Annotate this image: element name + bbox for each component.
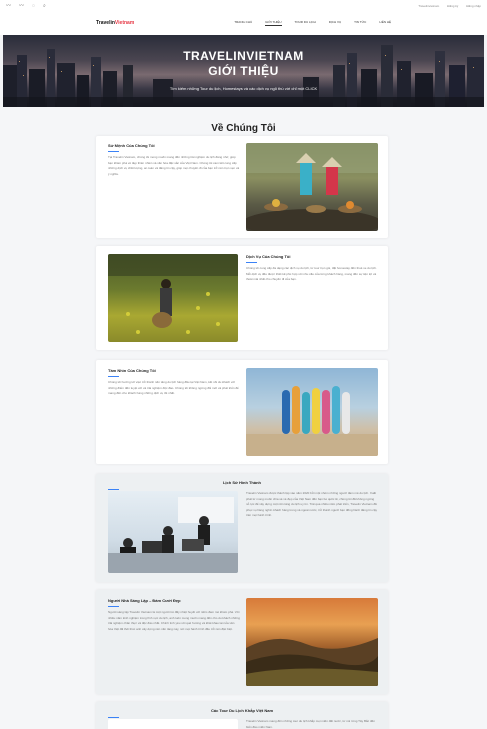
logo-text-vietnam: Vietnam bbox=[114, 20, 135, 26]
tours-card: Các Tour Du Lịch Khắp Việt Nam Travelin … bbox=[96, 702, 388, 729]
title-underline bbox=[108, 151, 119, 152]
main-navbar: TravelinVietnam Trang chủ Giới thiệu Tou… bbox=[0, 11, 487, 35]
topbar-link-register[interactable]: Đăng ký bbox=[447, 4, 458, 8]
services-image bbox=[108, 254, 238, 342]
title-underline bbox=[108, 606, 119, 607]
hero-subtitle: Tìm kiếm những Tour du lịch, Homestays v… bbox=[169, 86, 318, 91]
history-text: Travelin Vietnam được thành lập vào năm … bbox=[246, 491, 378, 517]
vision-title: Tầm Nhìn Của Chúng Tôi bbox=[108, 368, 156, 373]
vision-image bbox=[246, 368, 378, 456]
about-heading: Về Chúng Tôi bbox=[211, 123, 276, 134]
location-pin-icon[interactable]: ◌ bbox=[32, 3, 35, 9]
history-image bbox=[108, 491, 238, 573]
tours-text: Travelin Vietnam mang đến những tour du … bbox=[246, 719, 376, 729]
nav-item-about[interactable]: Giới thiệu bbox=[265, 20, 282, 26]
title-underline bbox=[246, 262, 257, 263]
services-card: Dịch Vụ Của Chúng Tôi Chúng tôi cung cấp… bbox=[96, 246, 388, 350]
hero-title-2: GIỚI THIỆU bbox=[208, 64, 279, 78]
history-title: Lịch Sử Hình Thành bbox=[222, 480, 261, 485]
tours-title: Các Tour Du Lịch Khắp Việt Nam bbox=[210, 708, 274, 713]
founder-text: Người sáng lập Travelin Vietnam là một n… bbox=[108, 610, 240, 631]
vision-text: Chúng tôi hướng tới việc trở thành nền t… bbox=[108, 380, 239, 395]
founder-image bbox=[246, 598, 378, 686]
nav-item-home[interactable]: Trang chủ bbox=[234, 20, 252, 26]
history-card: Lịch Sử Hình Thành Travelin Vietnam được… bbox=[96, 474, 388, 582]
tours-image bbox=[108, 719, 238, 729]
founder-card: Người Nhà Sáng Lập – Đám Cưới Đẹp Người … bbox=[96, 590, 388, 694]
wave-icon-2: 〰 bbox=[19, 3, 25, 9]
topbar-link-site[interactable]: Travelinvietnam bbox=[418, 4, 439, 8]
hero-banner: TRAVELINVIETNAM GIỚI THIỆU Tìm kiếm nhữn… bbox=[3, 35, 484, 107]
top-utility-bar: 〰 〰 ◌ ⌕ Travelinvietnam Đăng ký Đăng nhậ… bbox=[0, 0, 487, 11]
search-icon[interactable]: ⌕ bbox=[43, 3, 46, 9]
hero-title-1: TRAVELINVIETNAM bbox=[183, 49, 304, 63]
nav-item-tours[interactable]: Tour du lịch bbox=[295, 20, 316, 26]
mission-image bbox=[246, 143, 378, 231]
topbar-link-login[interactable]: Đăng nhập bbox=[466, 4, 481, 8]
title-underline bbox=[108, 717, 119, 718]
mission-card: Sứ Mệnh Của Chúng Tôi Tại Travelin Vietn… bbox=[96, 136, 388, 238]
title-underline bbox=[108, 376, 119, 377]
mission-text: Tại Travelin Vietnam, chúng tôi mong muố… bbox=[108, 155, 240, 176]
logo-text-travelin: Travelin bbox=[96, 20, 115, 26]
mission-title: Sứ Mệnh Của Chúng Tôi bbox=[108, 143, 155, 148]
nav-item-contact[interactable]: Liên hệ bbox=[379, 20, 391, 26]
nav-item-news[interactable]: Tin tức bbox=[354, 20, 366, 26]
title-underline bbox=[108, 489, 119, 490]
services-text: Chúng tôi cung cấp đa dạng các dịch vụ d… bbox=[246, 266, 377, 281]
vision-card: Tầm Nhìn Của Chúng Tôi Chúng tôi hướng t… bbox=[96, 360, 388, 464]
services-title: Dịch Vụ Của Chúng Tôi bbox=[246, 254, 291, 259]
nav-menu: Trang chủ Giới thiệu Tour du lịch Dịch v… bbox=[234, 20, 391, 26]
site-logo[interactable]: TravelinVietnam bbox=[96, 20, 134, 26]
wave-icon: 〰 bbox=[6, 3, 12, 9]
founder-title: Người Nhà Sáng Lập – Đám Cưới Đẹp bbox=[108, 598, 181, 603]
nav-item-services[interactable]: Dịch vụ bbox=[329, 20, 341, 26]
